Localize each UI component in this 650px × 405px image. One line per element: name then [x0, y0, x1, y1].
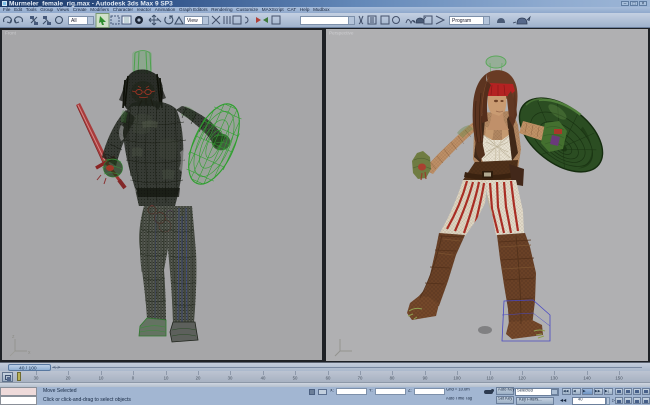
svg-text:x: x [28, 350, 31, 356]
